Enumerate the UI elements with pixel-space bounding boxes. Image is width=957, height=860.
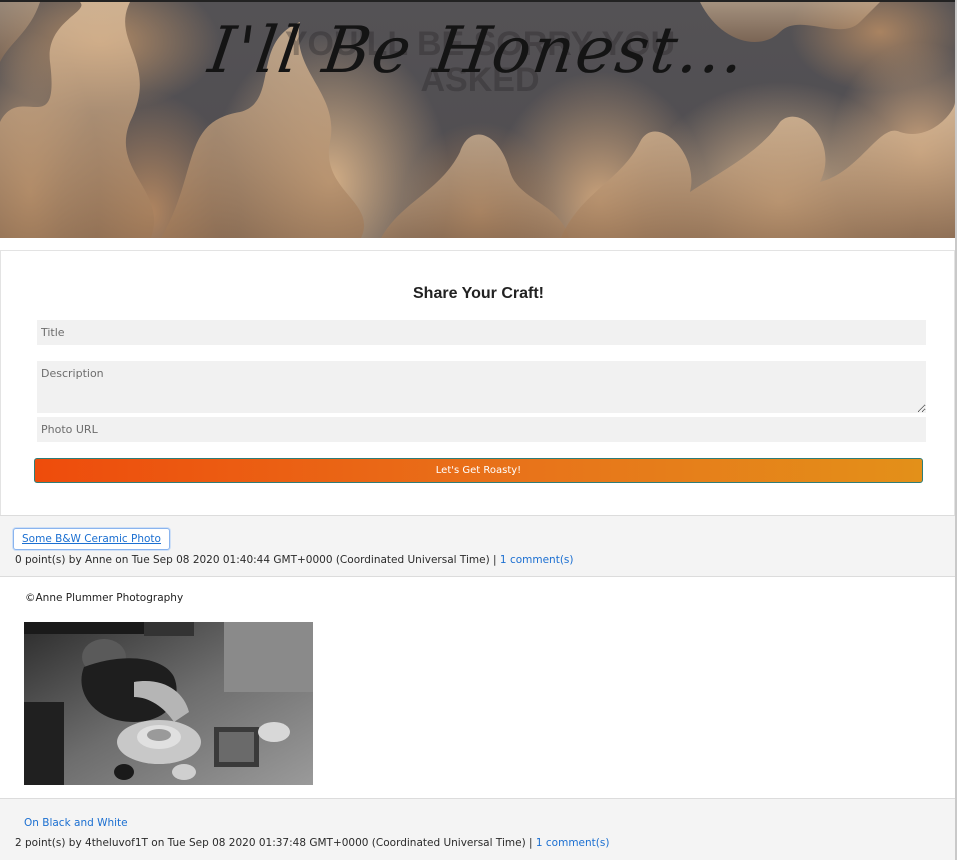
post-meta: 0 point(s) by Anne on Tue Sep 08 2020 01… xyxy=(15,554,574,566)
post-meta-text: 2 point(s) by 4theluvof1T on Tue Sep 08 … xyxy=(15,837,536,849)
submit-button[interactable]: Let's Get Roasty! xyxy=(34,458,923,483)
post-caption: ©Anne Plummer Photography xyxy=(25,592,184,604)
site-title: I'll Be Honest... xyxy=(204,14,751,88)
potter-photo xyxy=(24,622,313,785)
post-meta: 2 point(s) by 4theluvof1T on Tue Sep 08 … xyxy=(15,837,609,849)
post-title-link[interactable]: On Black and White xyxy=(24,817,128,829)
post-card-header: Some B&W Ceramic Photo 0 point(s) by Ann… xyxy=(0,515,955,577)
description-textarea[interactable] xyxy=(37,361,926,413)
comments-link[interactable]: 1 comment(s) xyxy=(536,837,610,849)
form-heading: Share Your Craft! xyxy=(413,285,544,302)
comments-link[interactable]: 1 comment(s) xyxy=(500,554,574,566)
post-title-link[interactable]: Some B&W Ceramic Photo xyxy=(13,528,170,550)
post-card-body: ©Anne Plummer Photography xyxy=(0,577,955,798)
page: YOU'LL BE SORRY YOU ASKED I'll Be Honest… xyxy=(0,0,957,860)
share-craft-form: Share Your Craft! Let's Get Roasty! xyxy=(0,250,955,516)
photo-url-input[interactable] xyxy=(37,417,926,442)
title-input[interactable] xyxy=(37,320,926,345)
header-banner: YOU'LL BE SORRY YOU ASKED I'll Be Honest… xyxy=(0,0,955,238)
post-card-header: On Black and White 2 point(s) by 4theluv… xyxy=(0,798,955,860)
post-meta-text: 0 point(s) by Anne on Tue Sep 08 2020 01… xyxy=(15,554,500,566)
post-photo xyxy=(24,622,313,785)
